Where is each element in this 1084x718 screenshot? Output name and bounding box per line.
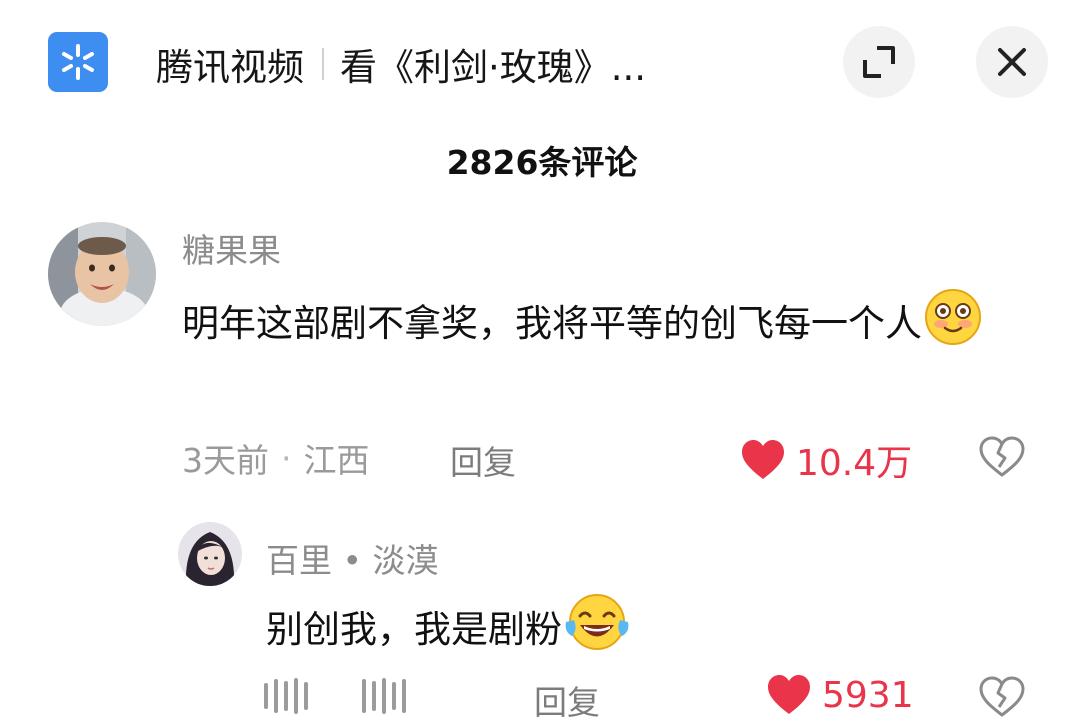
close-icon [998,48,1026,76]
comment-text-content: 明年这部剧不拿奖，我将平等的创飞每一个人 [182,302,922,345]
like-count: 10.4万 [796,443,913,484]
meta-separator: · [281,438,292,478]
blurred-meta [264,676,406,716]
reply-button[interactable]: 回复 [450,436,516,484]
comment-username[interactable]: 百里 • 淡漠 [266,534,438,582]
title-bar: 腾讯视频 看《利剑·玫瑰》... [156,36,646,92]
avatar[interactable] [178,522,242,586]
heart-icon [768,675,810,714]
reply-button[interactable]: 回复 [534,676,600,718]
comment-username[interactable]: 糖果果 [182,224,281,272]
heart-icon [742,440,784,479]
app-name: 腾讯视频 [156,46,304,89]
avatar[interactable] [48,222,156,326]
like-button[interactable]: 10.4万 [740,434,912,486]
like-button[interactable]: 5931 [766,674,914,716]
title-divider [322,48,324,80]
dislike-button[interactable] [978,436,1026,482]
comment-text-content: 别创我，我是剧粉 [266,608,562,651]
blushing-smile-emoji-icon [924,288,982,365]
comment-page: 腾讯视频 看《利剑·玫瑰》... 2826条评论 糖果果 明年这部剧不拿奖，我将… [0,0,1084,718]
close-button[interactable] [976,26,1048,98]
broken-heart-icon [979,676,1025,717]
comment-meta: 3天前 · 江西 [182,434,370,482]
comment-text: 明年这部剧不拿奖，我将平等的创飞每一个人 [182,288,1052,365]
tears-of-joy-emoji-icon [564,592,630,671]
dislike-button[interactable] [978,676,1026,718]
tencent-video-logo-icon [48,32,108,92]
like-count: 5931 [822,674,914,716]
expand-icon [863,46,895,78]
video-title: 看《利剑·玫瑰》... [340,46,647,89]
comment-time: 3天前 [182,441,269,480]
comment-location: 江西 [303,441,370,480]
expand-button[interactable] [843,26,915,98]
comment-count: 2826条评论 [446,143,638,182]
comment-text: 别创我，我是剧粉 [266,592,630,671]
broken-heart-icon [979,436,1025,477]
